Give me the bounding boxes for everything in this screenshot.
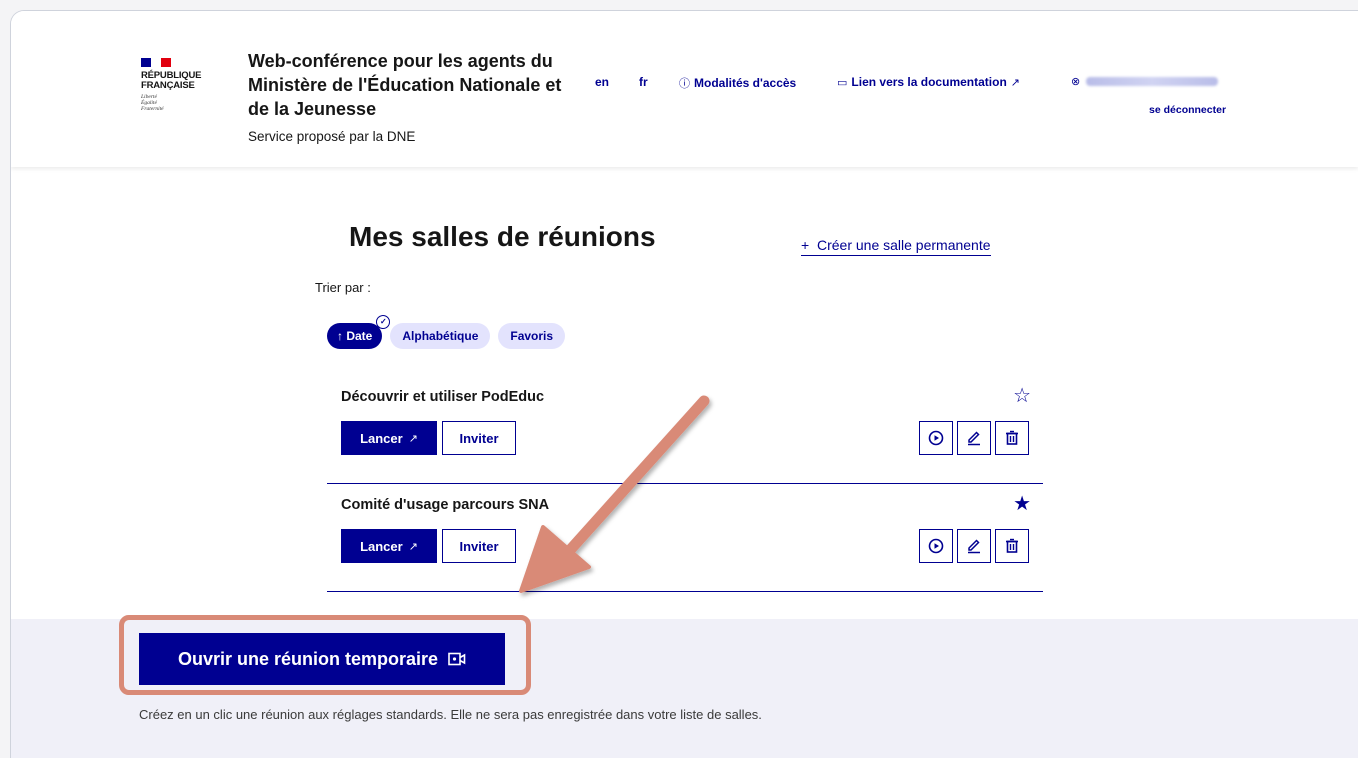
room-actions [919,421,1029,455]
external-link-icon: ↗ [408,432,418,445]
sort-tag-alphabetical[interactable]: Alphabétique [390,323,491,349]
sort-label: Trier par : [315,280,371,295]
documentation-label: Lien vers la documentation [851,75,1007,89]
delete-button[interactable] [995,529,1029,563]
external-link-icon: ↗ [1010,76,1020,89]
info-icon: ⓘ [679,78,690,90]
pencil-icon [968,431,980,446]
flag-icon [141,58,171,67]
lang-en-link[interactable]: en [595,75,609,89]
play-icon [928,430,944,446]
annotation-highlight-box [119,615,531,695]
plus-icon: + [801,237,817,253]
user-account[interactable]: ⊗ [1071,75,1231,88]
launch-label: Lancer [360,430,403,446]
create-permanent-room-label: Créer une salle permanente [816,237,991,253]
play-icon [928,538,944,554]
room-item: Découvrir et utiliser PodEduc ☆ Lancer ↗… [327,377,1043,484]
pencil-icon [968,539,980,554]
room-name: Comité d'usage parcours SNA [341,497,550,513]
trash-icon [1006,538,1018,553]
trash-icon [1006,430,1018,445]
access-link[interactable]: ⓘ Modalités d'accès [679,75,796,91]
star-filled-icon[interactable]: ★ [1013,491,1031,516]
logout-link[interactable]: se déconnecter [1149,104,1226,116]
edit-button[interactable] [957,421,991,455]
room-item: Comité d'usage parcours SNA ★ Lancer ↗ I… [327,485,1043,592]
launch-label: Lancer [360,538,403,554]
republic-name: RÉPUBLIQUE FRANÇAISE [141,70,202,91]
sort-tag-date-label: Date [346,329,373,343]
sort-tag-date[interactable]: ↑ Date ✓ [327,315,391,349]
arrow-up-icon: ↑ [337,329,347,343]
republique-francaise-logo[interactable]: RÉPUBLIQUE FRANÇAISE Liberté Égalité Fra… [141,58,221,112]
documentation-link[interactable]: ▭ Lien vers la documentation ↗ [837,75,1020,89]
site-subtitle: Service proposé par la DNE [248,129,416,144]
app-frame: RÉPUBLIQUE FRANÇAISE Liberté Égalité Fra… [10,10,1358,758]
check-icon: ✓ [376,315,391,329]
user-icon: ⊗ [1071,75,1081,88]
delete-button[interactable] [995,421,1029,455]
lang-fr-link[interactable]: fr [639,75,648,89]
star-outline-icon[interactable]: ☆ [1013,383,1031,408]
page-title: Mes salles de réunions [349,221,656,252]
invite-button[interactable]: Inviter [442,421,516,455]
book-icon: ▭ [837,76,848,89]
launch-button[interactable]: Lancer ↗ [341,529,437,563]
room-name: Découvrir et utiliser PodEduc [341,389,545,405]
sort-tag-favorites[interactable]: Favoris [498,323,566,349]
room-actions [919,529,1029,563]
user-name-redacted [1086,76,1219,86]
play-button[interactable] [919,421,953,455]
access-label: Modalités d'accès [694,76,797,90]
edit-button[interactable] [957,529,991,563]
republic-motto: Liberté Égalité Fraternité [141,94,164,112]
create-permanent-room-link[interactable]: + Créer une salle permanente [801,237,991,256]
site-title[interactable]: Web-conférence pour les agents du Minist… [248,49,568,121]
play-button[interactable] [919,529,953,563]
launch-button[interactable]: Lancer ↗ [341,421,437,455]
sort-tags: ↑ Date ✓ Alphabétique Favoris [327,315,566,349]
temporary-meeting-description: Créez en un clic une réunion aux réglage… [139,707,762,722]
site-header: RÉPUBLIQUE FRANÇAISE Liberté Égalité Fra… [11,11,1358,167]
external-link-icon: ↗ [408,540,418,553]
invite-button[interactable]: Inviter [442,529,516,563]
